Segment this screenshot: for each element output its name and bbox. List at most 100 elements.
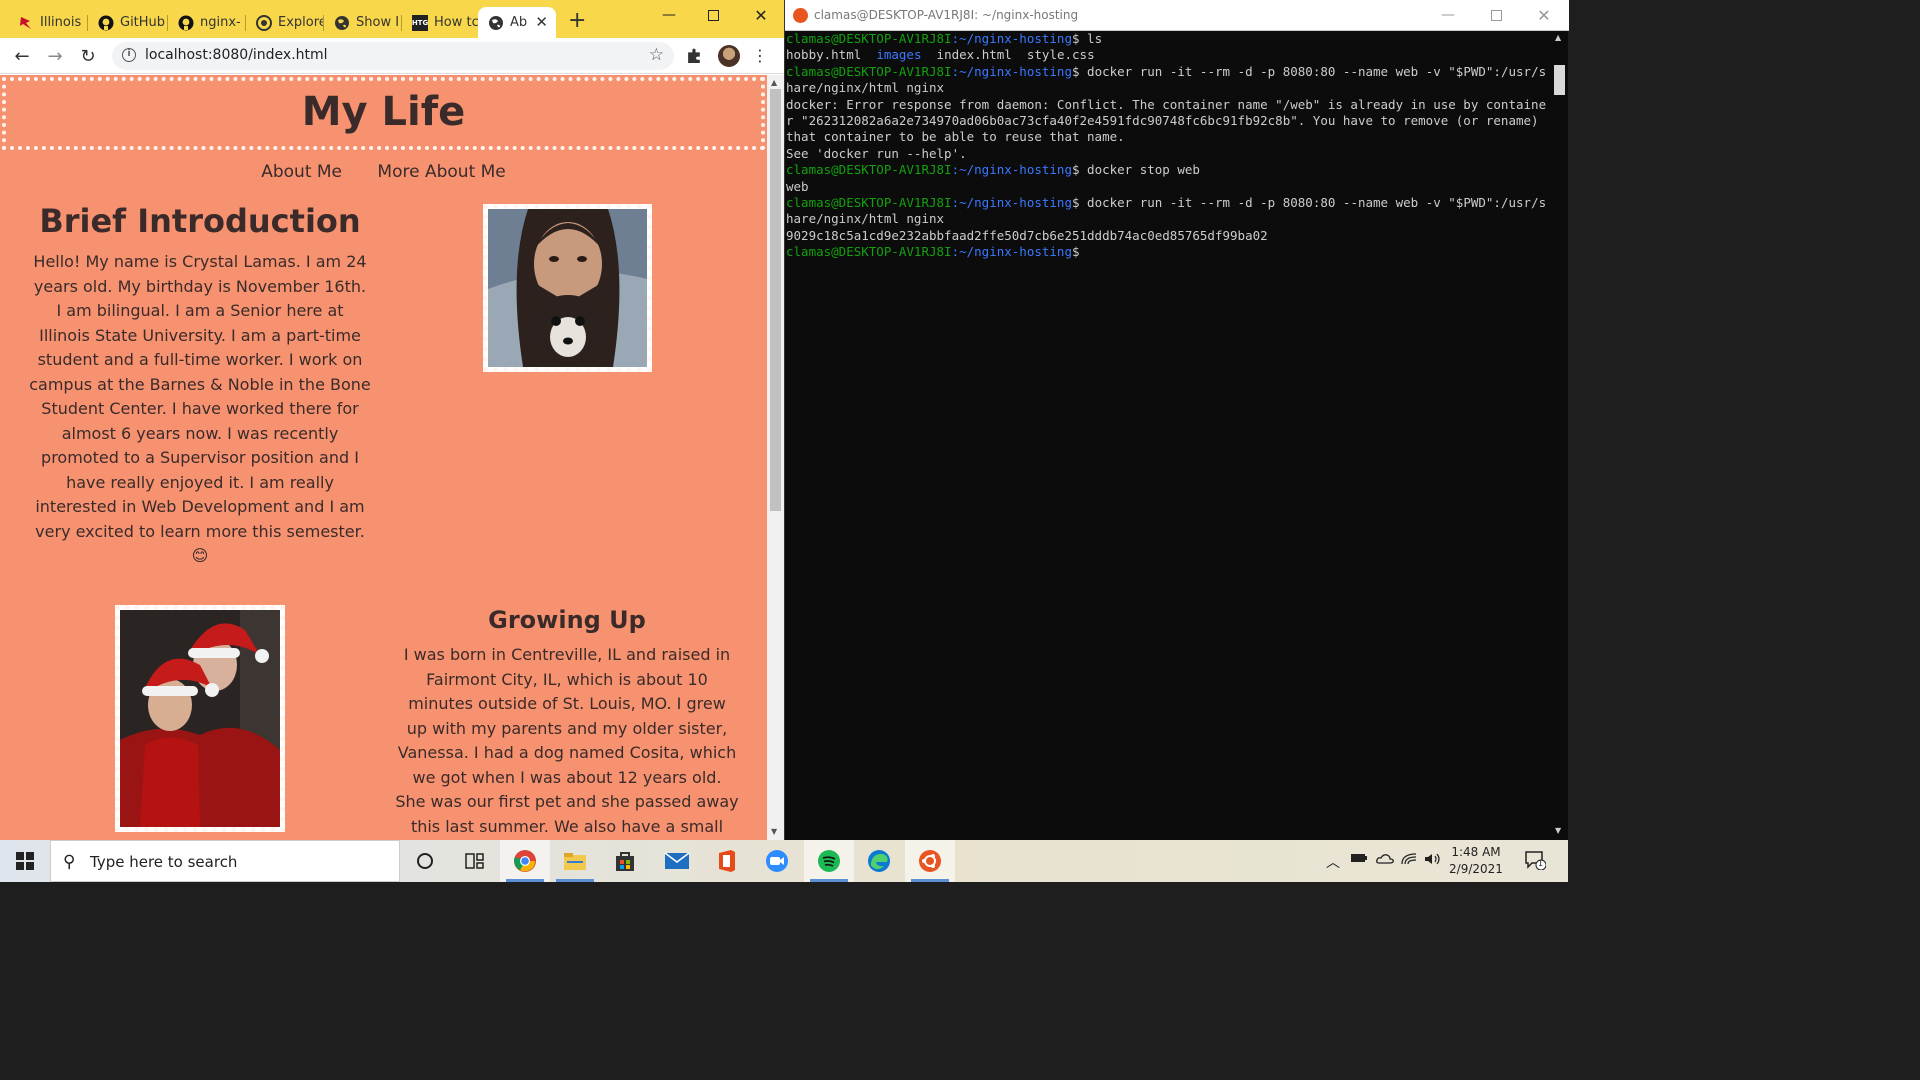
- command-text: $ docker stop web: [1072, 162, 1200, 178]
- notification-count: 1: [1538, 859, 1544, 868]
- terminal-command-line: clamas@DESKTOP-AV1RJ8I:~/nginx-hosting$ …: [786, 31, 1550, 47]
- terminal-output-line: web: [786, 178, 809, 194]
- search-icon: ⚲: [63, 852, 76, 872]
- command-text: $ ls: [1072, 31, 1103, 46]
- back-button[interactable]: ←: [10, 44, 34, 68]
- paragraph-line: minutes outside of St. Louis, MO. I grew: [408, 694, 726, 713]
- task-view-icon[interactable]: [450, 840, 500, 882]
- tab-label: Ab: [510, 15, 528, 30]
- chrome-taskbar-icon[interactable]: [500, 840, 550, 882]
- paragraph-line: I was born in Centreville, IL and raised…: [403, 645, 731, 664]
- prompt-path: :~/nginx-hosting: [951, 63, 1072, 79]
- terminal-close-button[interactable]: ✕: [1521, 0, 1567, 30]
- new-tab-button[interactable]: +: [568, 8, 586, 33]
- forward-button[interactable]: →: [43, 44, 67, 68]
- github-icon: [178, 15, 194, 31]
- clock[interactable]: 1:48 AM 2/9/2021: [1446, 844, 1506, 878]
- terminal-command-line: clamas@DESKTOP-AV1RJ8I:~/nginx-hosting$ …: [786, 195, 1550, 228]
- scrollbar-thumb[interactable]: [770, 89, 781, 511]
- clock-date: 2/9/2021: [1449, 862, 1503, 876]
- nav-about-me[interactable]: About Me: [261, 162, 342, 182]
- address-bar[interactable]: i localhost:8080/index.html ☆: [112, 42, 674, 70]
- prompt-path: :~/nginx-hosting: [951, 31, 1072, 46]
- growing-up-paragraph: I was born in Centreville, IL and raised…: [383, 643, 751, 839]
- tab-github[interactable]: GitHub: [88, 7, 168, 38]
- notifications-icon[interactable]: 1: [1524, 850, 1547, 874]
- paragraph-line: Fairmont City, IL, which is about 10: [426, 669, 708, 689]
- volume-icon[interactable]: [1424, 852, 1442, 870]
- childhood-photo-santa-hats: [115, 605, 285, 832]
- minimize-button[interactable]: —: [646, 0, 692, 30]
- terminal-scrollbar-thumb[interactable]: [1554, 65, 1565, 95]
- store-icon[interactable]: [600, 840, 650, 882]
- paragraph-line: Illinois State University. I am a part-t…: [39, 325, 361, 345]
- prompt-user: clamas@DESKTOP-AV1RJ8I: [786, 162, 952, 178]
- extensions-puzzle-icon[interactable]: [686, 47, 703, 68]
- profile-photo-with-dog: [483, 204, 652, 372]
- bookmark-star-icon[interactable]: ☆: [649, 45, 664, 65]
- terminal-output-line: 9029c18c5a1cd9e232abbfaad2ffe50d7cb6e251…: [786, 227, 1268, 243]
- maximize-button[interactable]: [690, 0, 736, 30]
- clock-time: 1:48 AM: [1451, 845, 1501, 859]
- terminal-minimize-button[interactable]: —: [1425, 0, 1471, 30]
- close-tab-icon[interactable]: ✕: [535, 13, 548, 31]
- tab-about[interactable]: Ab ✕: [478, 7, 556, 38]
- onedrive-icon[interactable]: [1376, 852, 1394, 868]
- terminal-title: clamas@DESKTOP-AV1RJ8I: ~/nginx-hosting: [814, 8, 1079, 22]
- prompt-user: clamas@DESKTOP-AV1RJ8I: [786, 31, 952, 46]
- tab-nginx[interactable]: nginx-: [168, 7, 246, 38]
- terminal-command-line: clamas@DESKTOP-AV1RJ8I:~/nginx-hosting$ …: [786, 64, 1550, 97]
- office-icon[interactable]: [702, 840, 752, 882]
- nav-more-about-me[interactable]: More About Me: [377, 162, 505, 182]
- terminal-titlebar: clamas@DESKTOP-AV1RJ8I: ~/nginx-hosting …: [785, 0, 1569, 31]
- menu-kebab-icon[interactable]: ⋮: [752, 46, 768, 65]
- tab-howto[interactable]: HTG How tc: [402, 7, 478, 38]
- growing-up-heading: Growing Up: [488, 606, 646, 634]
- ubuntu-taskbar-icon[interactable]: [905, 840, 955, 882]
- tab-label: Explore: [278, 15, 324, 30]
- start-button[interactable]: [0, 840, 50, 882]
- close-window-button[interactable]: ✕: [738, 0, 784, 30]
- paragraph-line: 😊: [191, 546, 209, 565]
- tab-explore[interactable]: Explore: [246, 7, 324, 38]
- tab-label: GitHub: [120, 15, 166, 30]
- battery-icon[interactable]: [1350, 852, 1368, 868]
- intro-paragraph: Hello! My name is Crystal Lamas. I am 24…: [20, 250, 380, 569]
- prompt-path: :~/nginx-hosting: [951, 244, 1072, 260]
- page-scrollbar[interactable]: ▲ ▼: [767, 75, 784, 840]
- zoom-icon[interactable]: [752, 840, 802, 882]
- tab-label: Show I: [356, 15, 400, 30]
- taskbar-search[interactable]: ⚲ Type here to search: [50, 840, 400, 882]
- cortana-icon[interactable]: [400, 840, 450, 882]
- info-icon[interactable]: i: [122, 48, 136, 62]
- terminal-output-line: See 'docker run --help'.: [786, 145, 967, 161]
- globe-icon: [488, 15, 504, 31]
- paragraph-line: student and a full-time worker. I work o…: [37, 350, 363, 369]
- reload-button[interactable]: ↻: [76, 44, 100, 68]
- terminal-maximize-button[interactable]: [1473, 0, 1519, 30]
- tab-label: How tc: [434, 15, 478, 30]
- terminal-output-line: docker: Error response from daemon: Conf…: [786, 96, 1547, 145]
- spotify-icon[interactable]: [804, 840, 854, 882]
- site-nav: About Me More About Me: [0, 162, 767, 182]
- mail-icon[interactable]: [652, 840, 702, 882]
- file-explorer-icon[interactable]: [550, 840, 600, 882]
- paragraph-line: Vanessa. I had a dog named Cosita, which: [397, 743, 737, 762]
- prompt-user: clamas@DESKTOP-AV1RJ8I: [786, 244, 952, 260]
- tab-illinois[interactable]: Illinois: [8, 7, 88, 38]
- page-title: My Life: [301, 89, 466, 135]
- paragraph-line: very excited to learn more this semester…: [35, 521, 365, 541]
- terminal-output[interactable]: clamas@DESKTOP-AV1RJ8I:~/nginx-hosting$ …: [786, 31, 1550, 840]
- prompt-path: :~/nginx-hosting: [951, 195, 1072, 211]
- tab-show[interactable]: Show I: [324, 7, 402, 38]
- paragraph-line: we got when I was about 12 years old.: [412, 767, 722, 787]
- terminal-command-line: clamas@DESKTOP-AV1RJ8I:~/nginx-hosting$: [786, 244, 1550, 260]
- taskbar: ⚲ Type here to search ︿ 1:48 AM 2/9/2021…: [0, 840, 1568, 882]
- paragraph-line: Student Center. I have worked there for: [41, 399, 359, 418]
- wifi-icon[interactable]: [1400, 852, 1418, 870]
- terminal-scrollbar[interactable]: ▲ ▼: [1551, 31, 1568, 840]
- profile-avatar[interactable]: [718, 45, 740, 67]
- edge-icon[interactable]: [854, 840, 904, 882]
- globe-icon: [334, 15, 350, 31]
- chevron-up-icon[interactable]: ︿: [1326, 852, 1340, 872]
